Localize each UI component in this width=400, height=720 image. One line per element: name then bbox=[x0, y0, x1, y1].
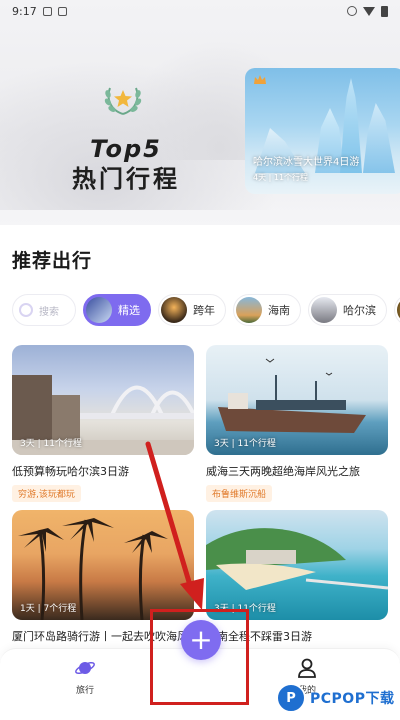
featured-trip-card[interactable]: 哈尔滨冰雪大世界4日游 4天 | 11个行程 bbox=[245, 68, 400, 194]
trip-title: 威海三天两晚超绝海岸风光之旅 bbox=[206, 465, 360, 478]
hero-title-line2: 热门行程 bbox=[72, 165, 180, 193]
hero-banner: Top5 热门行程 哈尔滨冰雪大世界4日游 4天 | 11个行程 bbox=[0, 0, 400, 225]
featured-trip-meta: 4天 | 11个行程 bbox=[253, 173, 309, 182]
trip-tag: 布鲁维斯沉船 bbox=[206, 485, 273, 502]
trip-image: 3天 | 11个行程 bbox=[12, 345, 194, 455]
dnd-icon bbox=[347, 6, 357, 16]
trip-tag: 穷游,该玩都玩 bbox=[12, 485, 81, 502]
profile-icon bbox=[298, 658, 316, 678]
battery-icon bbox=[381, 5, 388, 17]
chip-label: 海南 bbox=[268, 304, 290, 317]
watermark-text: PCPOP下载 bbox=[310, 691, 395, 707]
status-time: 9:17 bbox=[12, 4, 37, 18]
laurel-trophy-icon bbox=[104, 87, 142, 115]
chip-thumbnail bbox=[86, 297, 112, 323]
chip-north[interactable]: 北 bbox=[394, 294, 400, 326]
crown-icon bbox=[254, 75, 266, 84]
category-chips: 搜索 精选 跨年 海南 哈尔滨 北 bbox=[12, 294, 400, 326]
trip-image: 3天 | 11个行程 bbox=[206, 510, 388, 620]
planet-icon bbox=[75, 661, 95, 675]
chip-label: 哈尔滨 bbox=[343, 304, 376, 317]
trip-image: 1天 | 7个行程 bbox=[12, 510, 194, 620]
gallery-icon bbox=[57, 6, 67, 16]
section-title: 推荐出行 bbox=[12, 250, 93, 272]
hero-title: Top5 热门行程 bbox=[66, 134, 186, 194]
trip-meta: 1天 | 7个行程 bbox=[20, 604, 77, 614]
featured-trip-title: 哈尔滨冰雪大世界4日游 bbox=[253, 157, 360, 168]
chip-thumbnail bbox=[236, 297, 262, 323]
ice-sculpture bbox=[363, 103, 395, 173]
trip-image: 3天 | 11个行程 bbox=[206, 345, 388, 455]
site-watermark: P PCPOP下载 bbox=[276, 682, 394, 714]
chip-hainan[interactable]: 海南 bbox=[233, 294, 301, 326]
chip-thumbnail bbox=[311, 297, 337, 323]
chip-thumbnail bbox=[161, 297, 187, 323]
trip-card[interactable]: 3天 | 11个行程 威海三天两晚超绝海岸风光之旅 布鲁维斯沉船 bbox=[206, 345, 388, 502]
chip-label: 跨年 bbox=[193, 304, 215, 317]
chip-harbin[interactable]: 哈尔滨 bbox=[308, 294, 387, 326]
search-icon bbox=[19, 303, 33, 317]
chip-new-year[interactable]: 跨年 bbox=[158, 294, 226, 326]
chip-label: 精选 bbox=[118, 304, 140, 317]
search-chip[interactable]: 搜索 bbox=[12, 294, 76, 326]
tab-travel[interactable]: 旅行 bbox=[74, 657, 96, 696]
search-placeholder: 搜索 bbox=[39, 306, 59, 318]
trip-meta: 3天 | 11个行程 bbox=[20, 439, 82, 449]
trip-meta: 3天 | 11个行程 bbox=[214, 439, 276, 449]
status-bar: 9:17 bbox=[0, 0, 400, 22]
chip-featured[interactable]: 精选 bbox=[83, 294, 151, 326]
watermark-logo: P bbox=[276, 683, 306, 713]
trip-card[interactable]: 3天 | 11个行程 低预算畅玩哈尔滨3日游 穷游,该玩都玩 bbox=[12, 345, 194, 502]
hero-title-line1: Top5 bbox=[90, 135, 162, 163]
trip-title: 低预算畅玩哈尔滨3日游 bbox=[12, 465, 129, 478]
annotation-highlight-box bbox=[150, 609, 249, 705]
notification-icon bbox=[42, 6, 52, 16]
wifi-icon bbox=[363, 6, 375, 16]
tab-travel-label: 旅行 bbox=[75, 686, 94, 696]
